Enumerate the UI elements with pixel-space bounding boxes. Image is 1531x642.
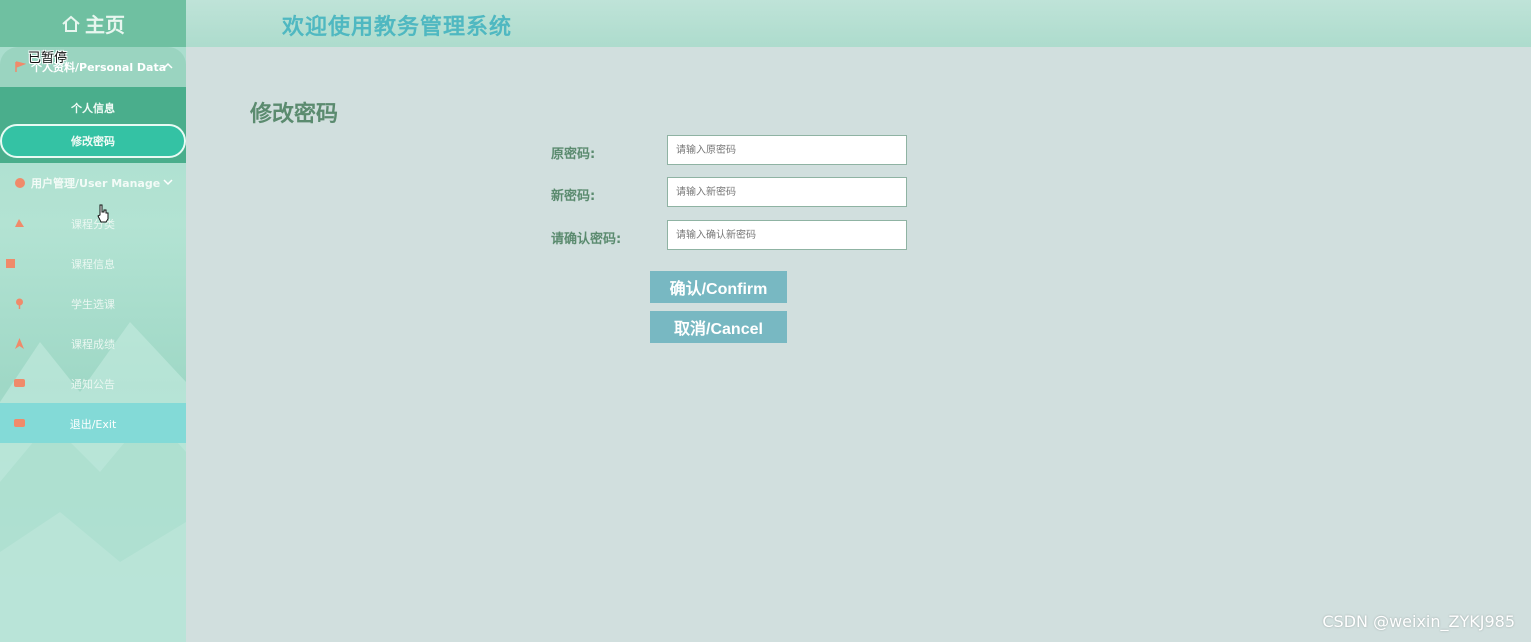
top-header: 欢迎使用教务管理系统 [186, 0, 1531, 47]
sidebar-item-label: 通知公告 [71, 378, 115, 391]
confirm-button[interactable]: 确认/Confirm [650, 271, 787, 303]
cancel-button[interactable]: 取消/Cancel [650, 311, 787, 343]
personal-submenu: 个人信息 修改密码 [0, 87, 186, 163]
old-password-input[interactable] [667, 135, 907, 165]
sidebar-item-course-category[interactable]: 课程分类 [0, 203, 186, 243]
home-link[interactable]: 主页 [0, 0, 186, 47]
user-icon [15, 178, 25, 188]
sidebar-item-label: 课程分类 [71, 218, 115, 231]
watermark: CSDN @weixin_ZYKJ985 [1322, 612, 1515, 631]
new-password-input[interactable] [667, 177, 907, 207]
system-title: 欢迎使用教务管理系统 [282, 15, 513, 40]
sidebar-item-exit[interactable]: 退出/Exit [0, 403, 186, 443]
sidebar-item-label: 课程信息 [71, 258, 115, 271]
old-password-label: 原密码: [551, 147, 596, 162]
sidebar-item-change-password[interactable]: 修改密码 [0, 124, 186, 158]
sidebar-item-label: 退出/Exit [69, 418, 117, 431]
flag-icon [15, 61, 26, 72]
sidebar-item-label: 学生选课 [71, 298, 115, 311]
sidebar-item-course-info[interactable]: 课程信息 [0, 243, 186, 283]
chevron-down-icon [163, 179, 173, 186]
sidebar-item-course-select[interactable]: 学生选课 [0, 283, 186, 323]
paused-overlay: 已暂停 [28, 51, 68, 66]
menu-user-manage-label: 用户管理/User Manage [31, 177, 161, 190]
new-password-label: 新密码: [551, 189, 596, 204]
hand-cursor-icon [97, 204, 109, 223]
sidebar-item-personal-info[interactable]: 个人信息 [0, 91, 186, 125]
sidebar-item-course-score[interactable]: 课程成绩 [0, 323, 186, 363]
page-title: 修改密码 [250, 102, 339, 127]
confirm-password-input[interactable] [667, 220, 907, 250]
home-label: 主页 [85, 13, 125, 37]
confirm-password-label: 请确认密码: [551, 232, 622, 247]
menu-user-manage[interactable]: 用户管理/User Manage [0, 163, 186, 203]
chevron-up-icon [163, 62, 173, 69]
sidebar-item-notice[interactable]: 通知公告 [0, 363, 186, 403]
home-icon [62, 15, 80, 32]
sidebar-item-label: 课程成绩 [71, 338, 115, 351]
sidebar: 主页 个人资料/Personal Data 已暂停 个人信息 修改密码 用户管理… [0, 0, 186, 642]
